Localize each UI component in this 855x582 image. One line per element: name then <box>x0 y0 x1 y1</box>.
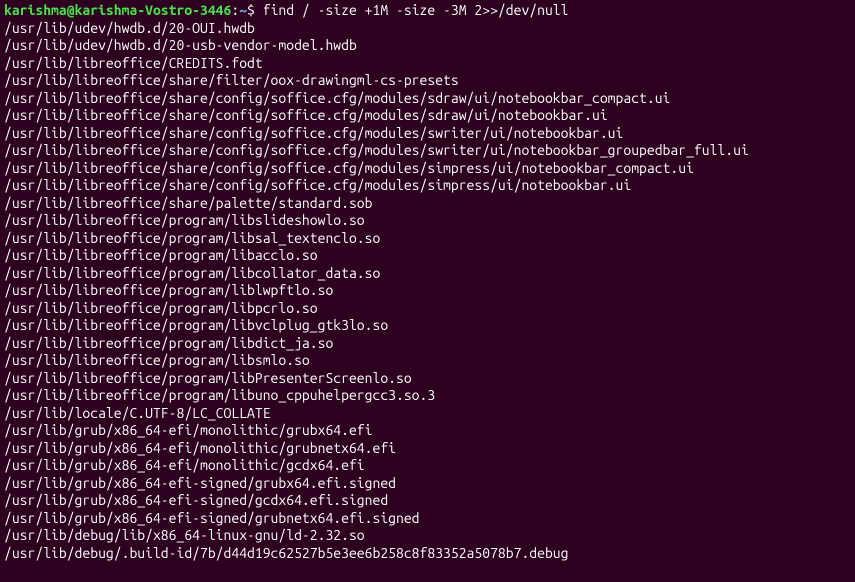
output-line: /usr/lib/libreoffice/share/config/soffic… <box>4 125 851 143</box>
output-line: /usr/lib/libreoffice/program/libslidesho… <box>4 212 851 230</box>
output-line: /usr/lib/libreoffice/program/libsmlo.so <box>4 352 851 370</box>
output-line: /usr/lib/libreoffice/CREDITS.fodt <box>4 55 851 73</box>
output-line: /usr/lib/libreoffice/program/liblwpftlo.… <box>4 282 851 300</box>
output-line: /usr/lib/libreoffice/share/config/soffic… <box>4 90 851 108</box>
output-line: /usr/lib/libreoffice/program/libcollator… <box>4 265 851 283</box>
output-line: /usr/lib/locale/C.UTF-8/LC_COLLATE <box>4 405 851 423</box>
output-line: /usr/lib/grub/x86_64-efi-signed/grubnetx… <box>4 510 851 528</box>
output-line: /usr/lib/grub/x86_64-efi/monolithic/grub… <box>4 440 851 458</box>
terminal-window[interactable]: karishma@karishma-Vostro-3446:~$ find / … <box>4 2 851 562</box>
output-line: /usr/lib/udev/hwdb.d/20-OUI.hwdb <box>4 20 851 38</box>
output-line: /usr/lib/grub/x86_64-efi/monolithic/gcdx… <box>4 457 851 475</box>
output-line: /usr/lib/libreoffice/program/libdict_ja.… <box>4 335 851 353</box>
output-line: /usr/lib/grub/x86_64-efi-signed/gcdx64.e… <box>4 492 851 510</box>
output-line: /usr/lib/libreoffice/program/libuno_cppu… <box>4 387 851 405</box>
output-line: /usr/lib/libreoffice/share/config/soffic… <box>4 177 851 195</box>
output-line: /usr/lib/libreoffice/share/config/soffic… <box>4 142 851 160</box>
output-line: /usr/lib/udev/hwdb.d/20-usb-vendor-model… <box>4 37 851 55</box>
output-line: /usr/lib/grub/x86_64-efi-signed/grubx64.… <box>4 475 851 493</box>
prompt-dollar: $ <box>247 2 255 18</box>
output-line: /usr/lib/debug/lib/x86_64-linux-gnu/ld-2… <box>4 527 851 545</box>
output-line: /usr/lib/libreoffice/share/filter/oox-dr… <box>4 72 851 90</box>
output-line: /usr/lib/libreoffice/program/libacclo.so <box>4 247 851 265</box>
prompt-line: karishma@karishma-Vostro-3446:~$ find / … <box>4 2 851 20</box>
output-line: /usr/lib/libreoffice/program/libPresente… <box>4 370 851 388</box>
command-text: find / -size +1M -size -3M 2>>/dev/null <box>255 2 569 18</box>
terminal-output: /usr/lib/udev/hwdb.d/20-OUI.hwdb/usr/lib… <box>4 20 851 563</box>
prompt-user-host: karishma@karishma-Vostro-3446 <box>4 2 231 18</box>
prompt-path: ~ <box>239 2 247 18</box>
output-line: /usr/lib/debug/.build-id/7b/d44d19c62527… <box>4 545 851 563</box>
output-line: /usr/lib/libreoffice/share/palette/stand… <box>4 195 851 213</box>
output-line: /usr/lib/libreoffice/program/libsal_text… <box>4 230 851 248</box>
output-line: /usr/lib/libreoffice/share/config/soffic… <box>4 107 851 125</box>
output-line: /usr/lib/grub/x86_64-efi/monolithic/grub… <box>4 422 851 440</box>
output-line: /usr/lib/libreoffice/program/libvclplug_… <box>4 317 851 335</box>
output-line: /usr/lib/libreoffice/share/config/soffic… <box>4 160 851 178</box>
output-line: /usr/lib/libreoffice/program/libpcrlo.so <box>4 300 851 318</box>
